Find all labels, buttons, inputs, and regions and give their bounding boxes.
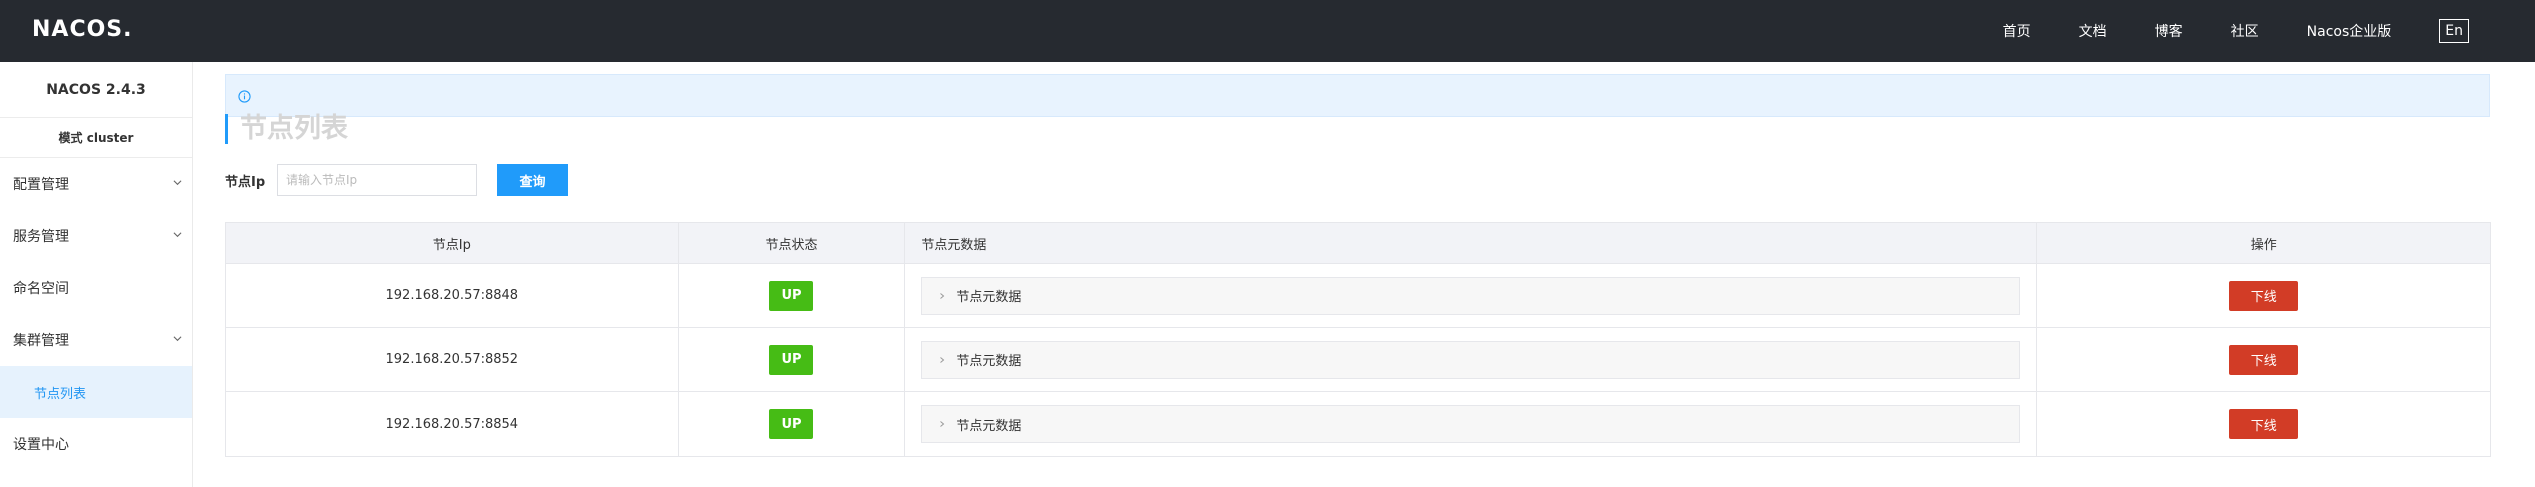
nav-home[interactable]: 首页: [2003, 21, 2031, 41]
chevron-down-icon: [173, 180, 182, 186]
node-metadata-cell: 节点元数据: [905, 264, 2038, 327]
query-button[interactable]: 查询: [497, 164, 568, 196]
metadata-collapse[interactable]: 节点元数据: [921, 405, 2021, 443]
sidebar-item-label: 服务管理: [13, 229, 69, 245]
offline-button[interactable]: 下线: [2229, 344, 2299, 375]
sidebar-item-label: 设置中心: [13, 437, 69, 453]
info-icon: [238, 90, 251, 103]
chevron-right-icon: [940, 356, 945, 363]
chevron-down-icon: [173, 232, 182, 238]
page-title: 节点列表: [225, 114, 348, 144]
sidebar-item-label: 配置管理: [13, 177, 69, 193]
metadata-label: 节点元数据: [956, 418, 1022, 434]
sidebar-item-service-management[interactable]: 服务管理: [0, 210, 192, 262]
table-row: 192.168.20.57:8854 UP 节点元数据 下线: [226, 392, 2490, 456]
column-header-node-status: 节点状态: [679, 223, 906, 263]
language-switch-button[interactable]: En: [2439, 19, 2469, 43]
nacos-logo[interactable]: NACOS.: [32, 17, 133, 42]
node-ip-cell: 192.168.20.57:8854: [226, 392, 679, 456]
node-status-cell: UP: [679, 392, 906, 456]
sidebar-item-cluster-management[interactable]: 集群管理: [0, 314, 192, 366]
chevron-right-icon: [940, 421, 945, 427]
offline-button[interactable]: 下线: [2229, 409, 2299, 439]
column-header-node-metadata: 节点元数据: [905, 223, 2038, 263]
column-header-node-ip: 节点Ip: [226, 223, 679, 263]
node-status-cell: UP: [679, 264, 906, 327]
sidebar: NACOS 2.4.3 模式 cluster 配置管理 服务管理 命名空间 集群…: [0, 62, 193, 487]
table-row: 192.168.20.57:8848 UP 节点元数据 下线: [226, 264, 2490, 328]
actions-cell: 下线: [2037, 328, 2490, 391]
nav-enterprise[interactable]: Nacos企业版: [2307, 21, 2392, 41]
node-metadata-cell: 节点元数据: [905, 328, 2038, 391]
chevron-up-icon: [173, 336, 182, 342]
top-nav: 首页 文档 博客 社区 Nacos企业版 En: [1955, 0, 2535, 62]
sidebar-mode: 模式 cluster: [0, 118, 192, 158]
node-ip-cell: 192.168.20.57:8848: [226, 264, 679, 327]
table-row: 192.168.20.57:8852 UP 节点元数据 下线: [226, 328, 2490, 392]
offline-button[interactable]: 下线: [2229, 280, 2299, 311]
metadata-label: 节点元数据: [956, 290, 1022, 305]
status-badge: UP: [769, 409, 814, 439]
node-status-cell: UP: [679, 328, 906, 391]
node-metadata-cell: 节点元数据: [905, 392, 2038, 456]
sidebar-version: NACOS 2.4.3: [0, 62, 192, 118]
sidebar-item-label: 命名空间: [13, 281, 69, 297]
column-header-actions: 操作: [2250, 237, 2277, 253]
metadata-label: 节点元数据: [956, 354, 1022, 369]
nav-community[interactable]: 社区: [2231, 21, 2259, 41]
sidebar-item-node-list[interactable]: 节点列表: [0, 366, 192, 418]
node-ip-search-input[interactable]: [277, 164, 477, 196]
sidebar-item-settings-center[interactable]: 设置中心: [0, 418, 192, 470]
sidebar-item-config-management[interactable]: 配置管理: [0, 158, 192, 210]
actions-cell: 下线: [2037, 392, 2490, 456]
table-header-row: 节点Ip 节点状态 节点元数据 操作: [226, 223, 2490, 264]
chevron-right-icon: [940, 292, 945, 299]
status-badge: UP: [769, 280, 814, 311]
metadata-collapse[interactable]: 节点元数据: [921, 276, 2021, 315]
top-header: NACOS. 首页 文档 博客 社区 Nacos企业版 En: [0, 0, 2535, 62]
search-label: 节点Ip: [225, 175, 266, 190]
sidebar-item-namespace[interactable]: 命名空间: [0, 262, 192, 314]
actions-cell: 下线: [2037, 264, 2490, 327]
nav-blog[interactable]: 博客: [2155, 21, 2183, 41]
node-table: 节点Ip 节点状态 节点元数据 操作 192.168.20.57:8848 UP…: [225, 222, 2491, 457]
sidebar-item-label: 集群管理: [13, 333, 69, 349]
metadata-collapse[interactable]: 节点元数据: [921, 340, 2021, 379]
nav-docs[interactable]: 文档: [2079, 21, 2107, 41]
node-ip-cell: 192.168.20.57:8852: [226, 328, 679, 391]
status-badge: UP: [769, 344, 814, 375]
notice-bar: [225, 74, 2490, 117]
main-content: 节点列表 节点Ip 查询 节点Ip 节点状态 节点元数据 操作 192.168.…: [193, 62, 2535, 487]
